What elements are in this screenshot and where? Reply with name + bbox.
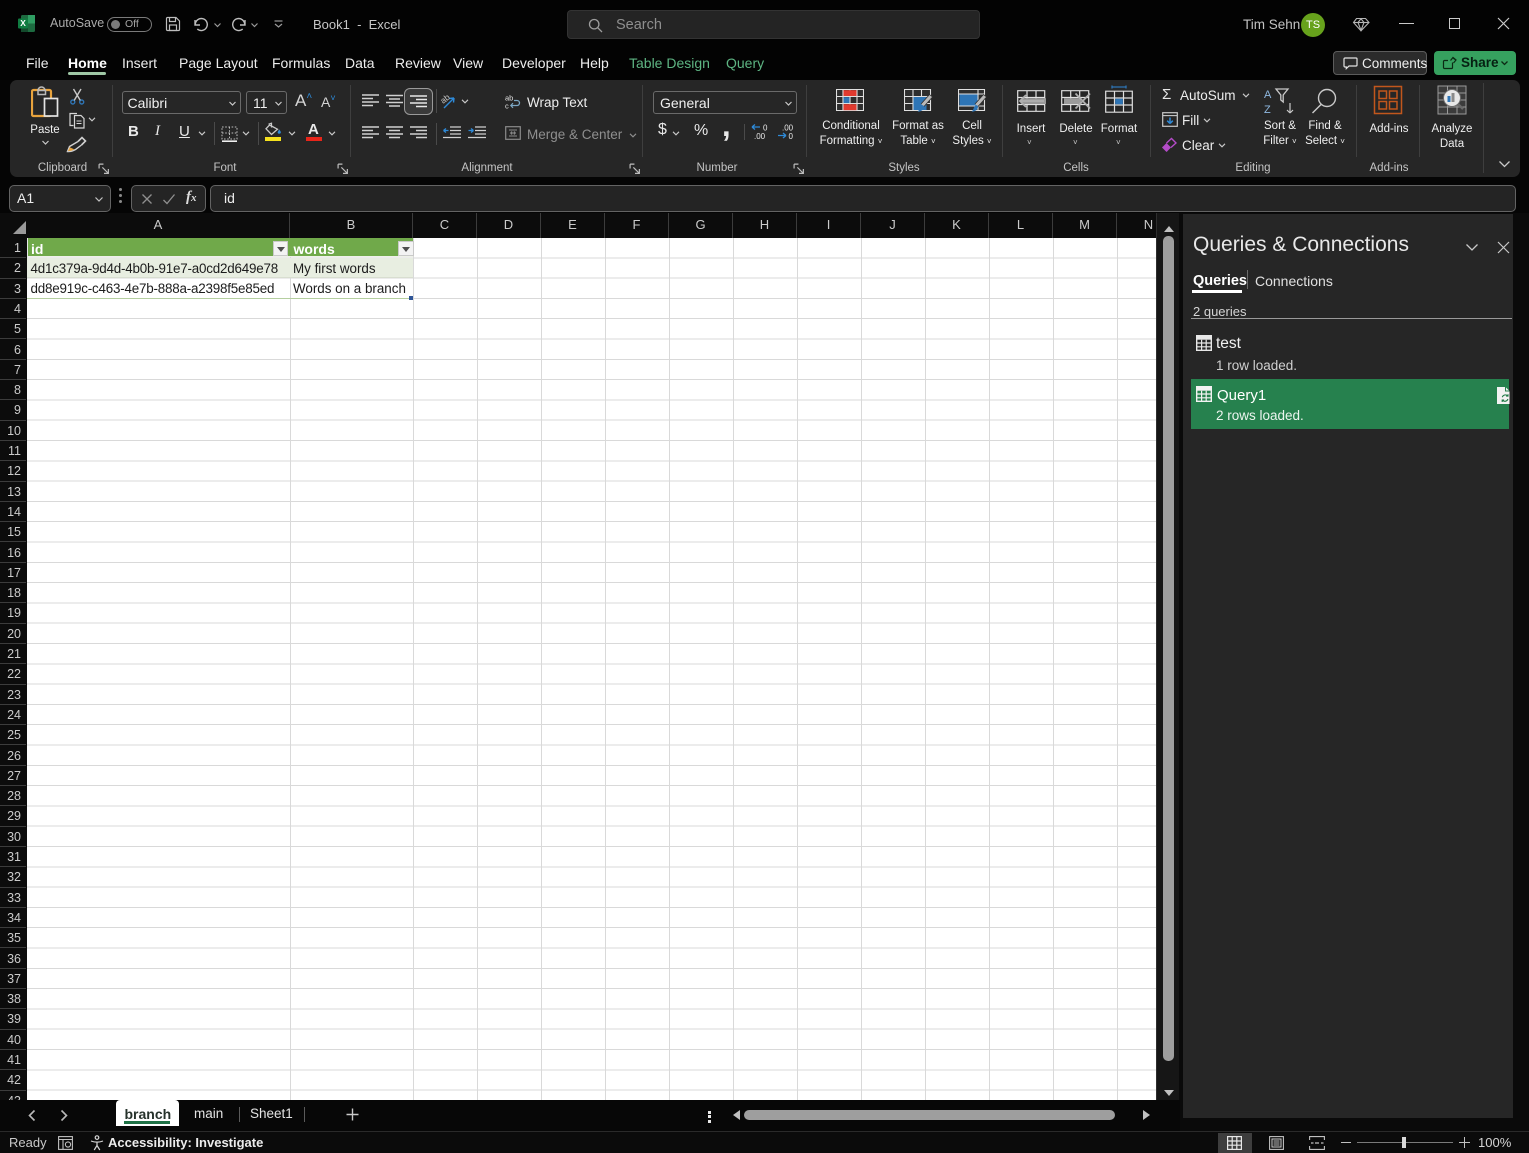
svg-text:.00: .00 <box>754 132 766 140</box>
svg-text:0: 0 <box>789 132 794 140</box>
svg-text:Z: Z <box>1264 104 1271 116</box>
svg-text:A: A <box>1264 89 1272 101</box>
svg-text:c: c <box>505 102 509 110</box>
svg-text:X: X <box>20 18 26 28</box>
